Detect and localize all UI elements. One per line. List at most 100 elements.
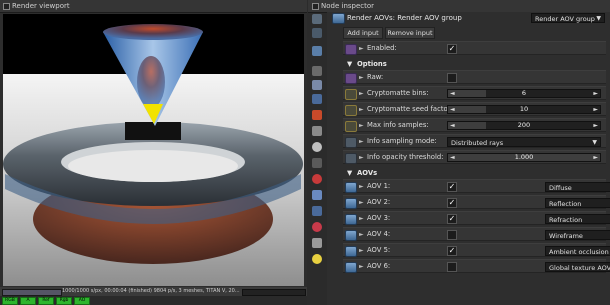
remove-input-button[interactable]: Remove input bbox=[385, 27, 435, 39]
light-icon[interactable] bbox=[312, 110, 322, 120]
crypto-seed-slider[interactable]: ◄ 10 ► bbox=[447, 105, 601, 114]
int-pin-icon bbox=[345, 121, 357, 132]
aov-label: AOV 4: bbox=[367, 230, 391, 238]
aov-pin-icon bbox=[345, 246, 357, 257]
texture-icon[interactable] bbox=[312, 126, 322, 136]
info-mode-dropdown[interactable]: Distributed rays ▼ bbox=[447, 137, 601, 147]
image-icon[interactable] bbox=[312, 238, 322, 248]
aov-checkbox[interactable]: ✓ bbox=[447, 182, 457, 192]
aov-type-dropdown[interactable]: Reflection▼ bbox=[545, 198, 610, 208]
expand-arrow-icon[interactable]: ► bbox=[359, 42, 364, 55]
channel-button-rgb[interactable]: RGB bbox=[2, 297, 18, 305]
channel-button-a[interactable]: A bbox=[20, 297, 36, 305]
material-icon[interactable] bbox=[312, 94, 322, 104]
render-status-text: 1000/1000 s/px, 00:00:04 (finished) 9804… bbox=[62, 288, 240, 294]
aovs-section-header[interactable]: ▼ AOVs bbox=[343, 168, 606, 178]
increment-arrow-icon[interactable]: ► bbox=[593, 106, 598, 113]
red-ball-icon[interactable] bbox=[312, 174, 322, 184]
float-pin-icon bbox=[345, 153, 357, 164]
viewport-header-checkbox[interactable] bbox=[3, 3, 10, 10]
enabled-label: Enabled: bbox=[367, 44, 397, 52]
aov-label: AOV 1: bbox=[367, 182, 391, 190]
dropdown-arrow-icon: ▼ bbox=[596, 15, 601, 22]
info-opacity-value: 1.000 bbox=[514, 153, 534, 161]
channel-button-rgb2[interactable]: Rgb bbox=[56, 297, 72, 305]
copy-icon[interactable] bbox=[312, 14, 322, 24]
aov-type-value: Refraction bbox=[549, 216, 583, 224]
expand-arrow-icon[interactable]: ► bbox=[359, 87, 364, 100]
kernel-icon[interactable] bbox=[312, 222, 322, 232]
options-section-header[interactable]: ▼ Options bbox=[343, 59, 606, 69]
expand-arrow-icon[interactable]: ► bbox=[359, 212, 364, 225]
enabled-checkbox[interactable]: ✓ bbox=[447, 44, 457, 54]
aov-row-2: ► AOV 2: ✓ Reflection▼ bbox=[343, 195, 610, 209]
expand-arrow-icon[interactable]: ► bbox=[359, 228, 364, 241]
sphere-icon[interactable] bbox=[312, 142, 322, 152]
sun-icon[interactable] bbox=[312, 254, 322, 264]
inspector-header-checkbox[interactable] bbox=[312, 3, 319, 10]
increment-arrow-icon[interactable]: ► bbox=[593, 90, 598, 97]
bool-pin-icon bbox=[345, 73, 357, 84]
bool-pin-icon bbox=[345, 44, 357, 55]
aov-group-icon bbox=[332, 13, 345, 24]
aov-checkbox[interactable] bbox=[447, 262, 457, 272]
info-mode-row: ► Info sampling mode: Distributed rays ▼ bbox=[343, 134, 606, 148]
raw-checkbox[interactable] bbox=[447, 73, 457, 83]
expand-arrow-icon[interactable]: ► bbox=[359, 180, 364, 193]
dropdown-arrow-icon: ▼ bbox=[592, 139, 597, 146]
camera-icon[interactable] bbox=[312, 66, 322, 76]
expand-arrow-icon[interactable]: ► bbox=[359, 71, 364, 84]
channel-button-ref[interactable]: Ref bbox=[38, 297, 54, 305]
node-title: Render AOVs: Render AOV group bbox=[347, 14, 462, 22]
status-scrollbar[interactable] bbox=[242, 289, 306, 296]
aov-row-5: ► AOV 5: ✓ Ambient occlusion▼ bbox=[343, 243, 610, 257]
node-type-dropdown[interactable]: Render AOV group ▼ bbox=[531, 13, 605, 23]
aovs-title: AOVs bbox=[357, 169, 378, 177]
render-status-bar: 1000/1000 s/px, 00:00:04 (finished) 9804… bbox=[0, 287, 307, 296]
aov-label: AOV 5: bbox=[367, 246, 391, 254]
aov-type-dropdown[interactable]: Global texture AOV 1▼ bbox=[545, 262, 610, 272]
aov-type-dropdown[interactable]: Ambient occlusion▼ bbox=[545, 246, 610, 256]
aov-pin-icon bbox=[345, 230, 357, 241]
aov-type-dropdown[interactable]: Wireframe▼ bbox=[545, 230, 610, 240]
render-viewport-panel: Render viewport 1000/1000 s/px, 00:00:04… bbox=[0, 0, 307, 305]
expand-arrow-icon[interactable]: ► bbox=[359, 244, 364, 257]
expand-arrow-icon[interactable]: ► bbox=[359, 103, 364, 116]
increment-arrow-icon[interactable]: ► bbox=[593, 122, 598, 129]
expand-arrow-icon[interactable]: ► bbox=[359, 151, 364, 164]
raw-label: Raw: bbox=[367, 73, 384, 81]
paste-icon[interactable] bbox=[312, 28, 322, 38]
aov-checkbox[interactable] bbox=[447, 230, 457, 240]
aov-checkbox[interactable]: ✓ bbox=[447, 198, 457, 208]
max-info-row: ► Max info samples: ◄ 200 ► bbox=[343, 118, 606, 132]
expand-arrow-icon[interactable]: ► bbox=[359, 135, 364, 148]
aov-checkbox[interactable]: ✓ bbox=[447, 214, 457, 224]
expand-arrow-icon[interactable]: ► bbox=[359, 260, 364, 273]
grid-icon[interactable] bbox=[312, 158, 322, 168]
render-image[interactable] bbox=[3, 14, 304, 286]
environment-icon[interactable] bbox=[312, 80, 322, 90]
info-opacity-slider[interactable]: ◄ 1.000 ► bbox=[447, 153, 601, 162]
channel-button-ao[interactable]: AO bbox=[74, 297, 90, 305]
max-info-slider[interactable]: ◄ 200 ► bbox=[447, 121, 601, 130]
aov-label: AOV 2: bbox=[367, 198, 391, 206]
aov-type-dropdown[interactable]: Refraction▼ bbox=[545, 214, 610, 224]
render-target-icon[interactable] bbox=[312, 190, 322, 200]
mesh-icon[interactable] bbox=[312, 46, 322, 56]
increment-arrow-icon[interactable]: ► bbox=[593, 154, 598, 161]
aov-type-dropdown[interactable]: Diffuse▼ bbox=[545, 182, 610, 192]
crypto-seed-label: Cryptomatte seed factor: bbox=[367, 105, 453, 113]
inspector-title: Node inspector bbox=[321, 2, 375, 10]
info-opacity-row: ► Info opacity threshold: ◄ 1.000 ► bbox=[343, 150, 606, 164]
collapse-arrow-icon: ▼ bbox=[347, 169, 353, 177]
cube-icon[interactable] bbox=[312, 206, 322, 216]
add-input-button[interactable]: Add input bbox=[343, 27, 383, 39]
aov-checkbox[interactable]: ✓ bbox=[447, 246, 457, 256]
crypto-bins-slider[interactable]: ◄ 6 ► bbox=[447, 89, 601, 98]
aov-row-6: ► AOV 6: Global texture AOV 1▼ bbox=[343, 259, 610, 273]
expand-arrow-icon[interactable]: ► bbox=[359, 196, 364, 209]
aov-type-value: Reflection bbox=[549, 200, 582, 208]
aov-row-4: ► AOV 4: Wireframe▼ bbox=[343, 227, 610, 241]
expand-arrow-icon[interactable]: ► bbox=[359, 119, 364, 132]
node-title-bar: Render AOVs: Render AOV group Render AOV… bbox=[327, 12, 610, 24]
